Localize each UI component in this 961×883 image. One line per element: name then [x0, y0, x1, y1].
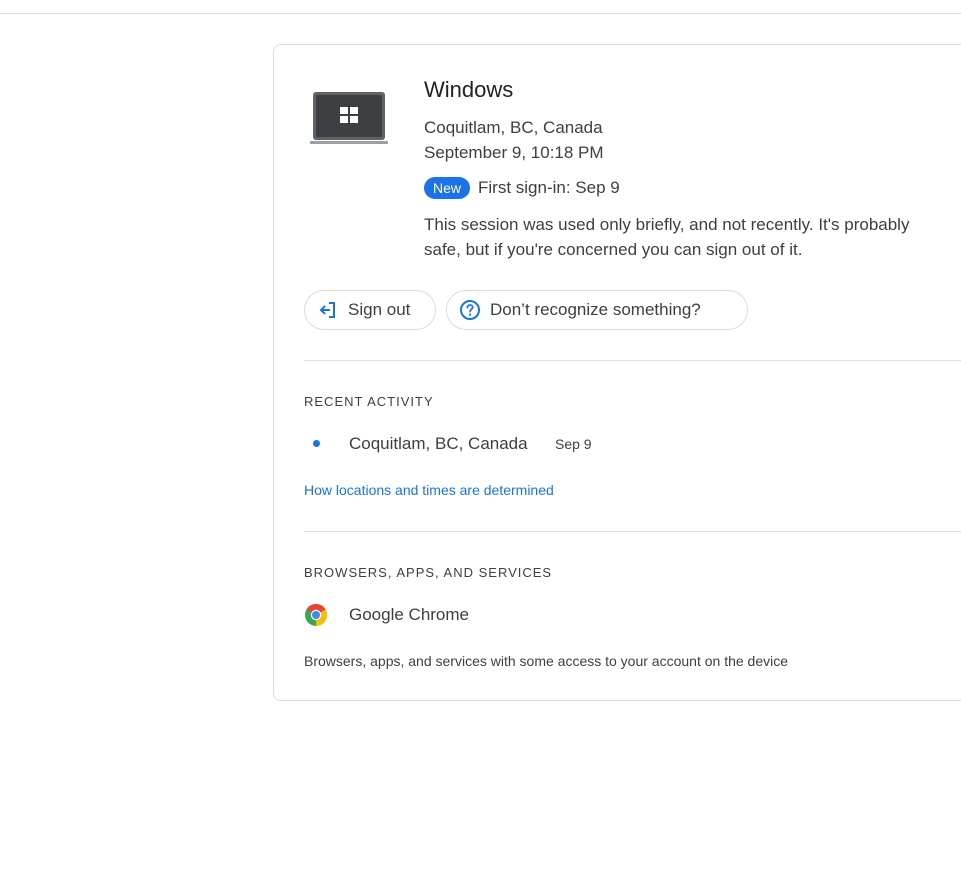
activity-bullet	[313, 440, 320, 447]
sign-out-label: Sign out	[348, 300, 411, 319]
section-divider	[304, 531, 961, 532]
dont-recognize-label: Don’t recognize something?	[490, 300, 701, 319]
chrome-label: Google Chrome	[349, 605, 470, 624]
activity-location: Coquitlam, BC, Canada	[349, 434, 528, 453]
help-circle-icon	[459, 299, 481, 321]
windows-laptop-icon	[310, 90, 388, 146]
activity-date: Sep 9	[555, 436, 592, 452]
device-time: September 9, 10:18 PM	[424, 143, 604, 162]
new-badge: New	[424, 177, 471, 199]
sign-out-button[interactable]: Sign out	[304, 290, 436, 330]
device-title: Windows	[424, 77, 514, 102]
first-signin-text: First sign-in: Sep 9	[478, 178, 620, 197]
dont-recognize-button[interactable]: Don’t recognize something?	[446, 290, 748, 330]
services-note: Browsers, apps, and services with some a…	[304, 653, 789, 669]
how-locations-link[interactable]: How locations and times are determined	[304, 482, 554, 498]
device-location: Coquitlam, BC, Canada	[424, 118, 603, 137]
chrome-icon	[304, 603, 328, 627]
session-description: This session was used only briefly, and …	[424, 215, 910, 259]
services-heading: BROWSERS, APPS, AND SERVICES	[304, 565, 553, 580]
sign-out-icon	[317, 299, 339, 321]
top-divider	[0, 13, 961, 14]
signin-info-row: New First sign-in: Sep 9	[424, 177, 620, 199]
recent-activity-heading: RECENT ACTIVITY	[304, 394, 434, 409]
section-divider	[304, 360, 961, 361]
